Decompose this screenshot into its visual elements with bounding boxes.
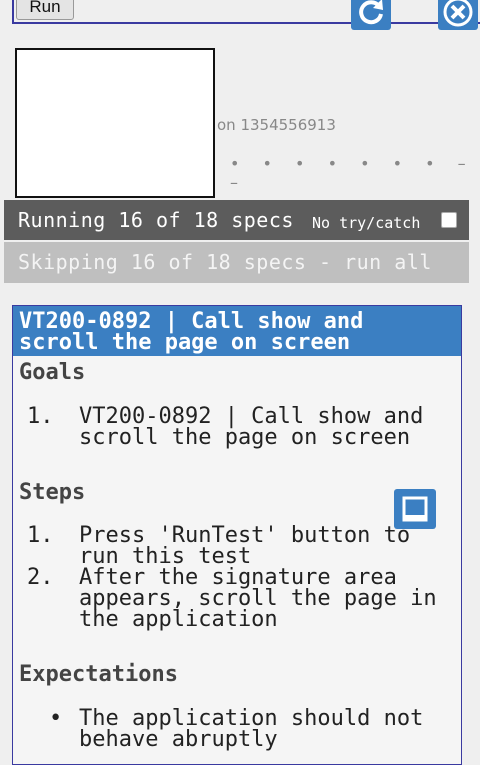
- list-item: 1. Press 'RunTest' button to run this te…: [13, 523, 461, 569]
- goals-list: 1. VT200-0892 | Call show and scroll the…: [13, 404, 461, 450]
- expectations-heading: Expectations: [19, 662, 178, 687]
- expand-icon: [402, 496, 428, 522]
- close-icon: [443, 0, 473, 27]
- running-status-text: Running 16 of 18 specs: [18, 208, 294, 232]
- running-status-bar: Running 16 of 18 specs No try/catch: [4, 200, 469, 240]
- no-try-catch-label: No try/catch: [312, 214, 421, 232]
- reload-icon: [359, 0, 383, 25]
- list-text: Press 'RunTest' button to run this test: [79, 523, 411, 569]
- toolbar: [12, 0, 480, 24]
- skipping-status-text[interactable]: Skipping 16 of 18 specs - run all: [18, 250, 432, 274]
- list-text: VT200-0892 | Call show and scroll the pa…: [79, 404, 424, 450]
- close-button[interactable]: [438, 0, 478, 30]
- skipping-status-bar[interactable]: Skipping 16 of 18 specs - run all: [4, 242, 469, 283]
- run-button[interactable]: Run: [16, 0, 74, 20]
- goals-heading: Goals: [19, 360, 86, 385]
- expand-button[interactable]: [394, 489, 436, 529]
- list-item: • The application should not behave abru…: [13, 706, 461, 752]
- steps-list: 1. Press 'RunTest' button to run this te…: [13, 523, 461, 632]
- signature-area[interactable]: [15, 48, 215, 198]
- list-number: 2.: [27, 565, 54, 590]
- expectations-list: • The application should not behave abru…: [13, 706, 461, 752]
- list-item: 2. After the signature area appears, scr…: [13, 565, 461, 632]
- list-text: After the signature area appears, scroll…: [79, 565, 437, 632]
- list-number: 1.: [27, 523, 54, 548]
- list-bullet: •: [49, 706, 63, 731]
- version-text: on 1354556913: [217, 116, 336, 134]
- no-try-catch-checkbox[interactable]: [441, 212, 457, 228]
- reload-button[interactable]: [351, 0, 391, 30]
- spec-title: VT200-0892 | Call show and scroll the pa…: [13, 306, 461, 356]
- list-text: The application should not behave abrupt…: [79, 706, 424, 752]
- list-number: 1.: [27, 404, 54, 429]
- spec-panel: VT200-0892 | Call show and scroll the pa…: [12, 305, 462, 765]
- signature-dots: • • • • • • • – –: [230, 154, 475, 192]
- list-item: 1. VT200-0892 | Call show and scroll the…: [13, 404, 461, 450]
